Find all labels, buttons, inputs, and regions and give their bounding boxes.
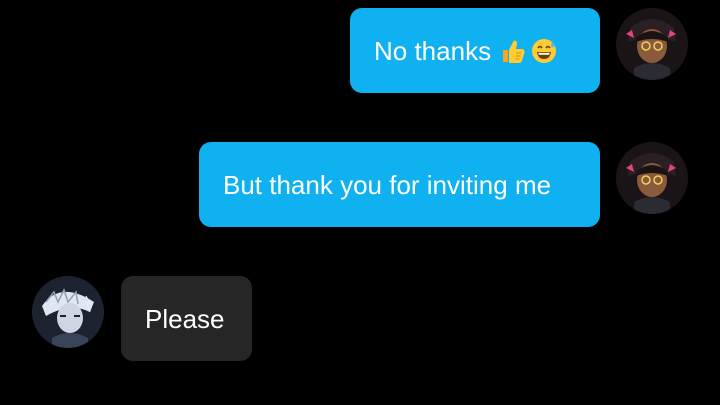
incoming-message-bubble[interactable]: Please bbox=[121, 276, 252, 361]
chat-thread: No thanks But thank you for inviting me … bbox=[0, 0, 720, 405]
message-text: But thank you for inviting me bbox=[223, 169, 552, 200]
message-text: Please bbox=[145, 303, 225, 334]
outgoing-message-bubble[interactable]: But thank you for inviting me bbox=[199, 142, 600, 227]
outgoing-message-bubble[interactable]: No thanks bbox=[350, 8, 600, 93]
my-avatar[interactable] bbox=[616, 142, 688, 214]
contact-avatar[interactable] bbox=[32, 276, 104, 348]
my-avatar[interactable] bbox=[616, 8, 688, 80]
thumbs-up-icon bbox=[499, 37, 527, 65]
grinning-sweat-icon bbox=[530, 37, 558, 65]
message-text: No thanks bbox=[374, 35, 492, 66]
